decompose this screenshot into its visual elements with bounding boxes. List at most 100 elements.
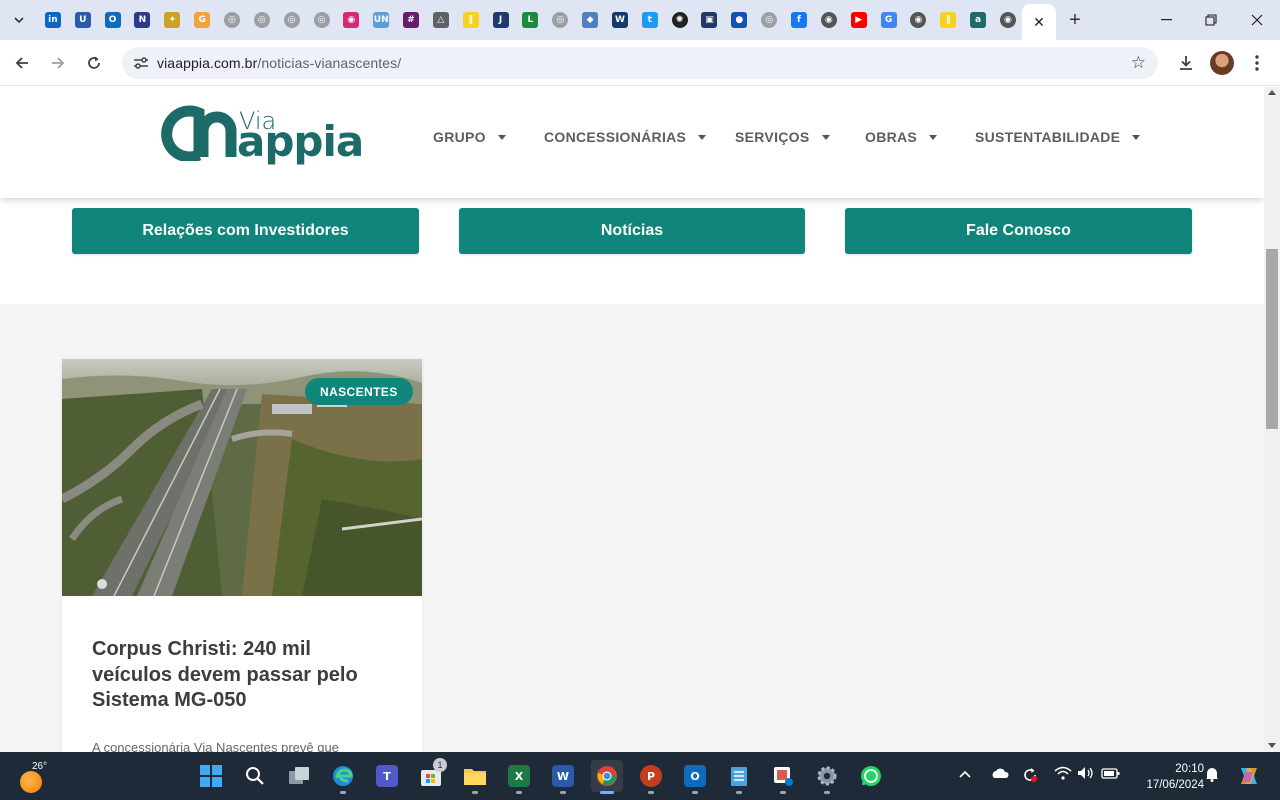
via-appia-logo[interactable]: Via appia bbox=[157, 105, 364, 167]
pinned-tab[interactable]: ✺ bbox=[665, 8, 695, 32]
category-badge[interactable]: NASCENTES bbox=[305, 378, 413, 405]
explorer-app[interactable] bbox=[459, 760, 491, 794]
pinned-tab[interactable]: G bbox=[874, 8, 904, 32]
pinned-tab[interactable]: ◆ bbox=[575, 8, 605, 32]
site-settings-icon[interactable] bbox=[132, 54, 150, 72]
nav-sustentabilidade[interactable]: SUSTENTABILIDADE bbox=[975, 129, 1141, 145]
pinned-tab[interactable]: ◎ bbox=[277, 8, 307, 32]
minimize-button[interactable] bbox=[1143, 0, 1189, 40]
pinned-tab[interactable]: ◎ bbox=[307, 8, 337, 32]
pinned-tab[interactable]: O bbox=[98, 8, 128, 32]
weather-widget[interactable]: 26° bbox=[18, 758, 58, 794]
pinned-tab[interactable]: ▣ bbox=[695, 8, 725, 32]
new-tab-button[interactable]: + bbox=[1064, 9, 1086, 31]
pinned-tab[interactable]: G bbox=[187, 8, 217, 32]
edge-app[interactable] bbox=[327, 760, 359, 794]
journal-icon: J bbox=[492, 12, 509, 28]
copilot-icon[interactable] bbox=[1237, 764, 1261, 791]
close-tab-icon[interactable]: ✕ bbox=[1033, 14, 1045, 31]
pinned-tab[interactable]: ▶ bbox=[844, 8, 874, 32]
news-button[interactable]: Notícias bbox=[459, 208, 805, 254]
pinned-tab[interactable]: ✦ bbox=[157, 8, 187, 32]
pinned-tab[interactable]: ◉ bbox=[814, 8, 844, 32]
back-button[interactable] bbox=[8, 49, 36, 77]
volume-icon[interactable] bbox=[1077, 766, 1095, 783]
nav-obras[interactable]: OBRAS bbox=[865, 129, 938, 145]
restore-button[interactable] bbox=[1188, 0, 1234, 40]
pinned-tab[interactable]: ∥ bbox=[933, 8, 963, 32]
address-bar[interactable]: viaappia.com.br/noticias-vianascentes/ ☆ bbox=[122, 47, 1158, 79]
investor-relations-button[interactable]: Relações com Investidores bbox=[72, 208, 419, 254]
notifications-bell-icon[interactable] bbox=[1205, 766, 1219, 785]
pinned-tab[interactable]: f bbox=[784, 8, 814, 32]
scroll-thumb[interactable] bbox=[1266, 249, 1278, 429]
pinned-tab[interactable]: U bbox=[68, 8, 98, 32]
excel-app[interactable]: X bbox=[503, 760, 535, 794]
pinned-tab[interactable]: a bbox=[963, 8, 993, 32]
pinned-tab[interactable]: ◎ bbox=[217, 8, 247, 32]
pinned-tab[interactable]: ◎ bbox=[545, 8, 575, 32]
pinned-tab[interactable]: ◎ bbox=[247, 8, 277, 32]
settings-app[interactable] bbox=[811, 760, 843, 794]
notepad-app[interactable] bbox=[723, 760, 755, 794]
highway-aerial-photo[interactable]: NASCENTES bbox=[62, 359, 422, 596]
contact-button[interactable]: Fale Conosco bbox=[845, 208, 1192, 254]
system-clock[interactable]: 20:10 17/06/2024 bbox=[1128, 761, 1204, 793]
scroll-up-arrow-icon[interactable] bbox=[1268, 90, 1276, 95]
nav-grupo[interactable]: GRUPO bbox=[433, 129, 506, 145]
nav-label: SUSTENTABILIDADE bbox=[975, 129, 1121, 145]
nav-servicos[interactable]: SERVIÇOS bbox=[735, 129, 830, 145]
pinned-tab[interactable]: △ bbox=[426, 8, 456, 32]
bookmark-star-icon[interactable]: ☆ bbox=[1131, 53, 1146, 73]
nav-concessionarias[interactable]: CONCESSIONÁRIAS bbox=[544, 129, 707, 145]
chrome-app[interactable] bbox=[591, 760, 623, 794]
outlook-new-app[interactable]: O bbox=[679, 760, 711, 794]
store-app[interactable]: 1 bbox=[415, 758, 447, 792]
globe-icon: ◎ bbox=[253, 12, 270, 28]
onedrive-icon[interactable] bbox=[989, 766, 1009, 782]
profile-avatar[interactable] bbox=[1210, 51, 1234, 75]
nav-label: SERVIÇOS bbox=[735, 129, 810, 145]
pinned-tab[interactable]: N bbox=[128, 8, 158, 32]
pinned-tabs: in U O N ✦ G ◎ ◎ ◎ ◎ ◉ UN # △ ∥ J L ◎ ◆ Wt ✺ ▣ ● ◎ f ◉ ▶ G ◉ ∥ a ◉ bbox=[38, 8, 1023, 32]
pinned-tab[interactable]: t bbox=[635, 8, 665, 32]
pinned-tab[interactable]: UN bbox=[366, 8, 396, 32]
tab-search-button[interactable] bbox=[6, 8, 32, 32]
teams-app[interactable]: T bbox=[371, 760, 403, 792]
forward-button[interactable] bbox=[44, 49, 72, 77]
page-scrollbar[interactable] bbox=[1264, 87, 1280, 752]
active-tab[interactable]: ✕ bbox=[1022, 4, 1056, 40]
restore-icon bbox=[1205, 14, 1217, 26]
post-title[interactable]: Corpus Christi: 240 mil veículos devem p… bbox=[92, 637, 392, 714]
pinned-tab[interactable]: ∥ bbox=[456, 8, 486, 32]
snipping-app[interactable] bbox=[767, 760, 799, 794]
pinned-tab[interactable]: ◎ bbox=[754, 8, 784, 32]
pinned-tab[interactable]: # bbox=[396, 8, 426, 32]
menu-button[interactable] bbox=[1243, 49, 1271, 77]
start-button[interactable] bbox=[195, 760, 227, 792]
search-button[interactable] bbox=[239, 760, 271, 792]
pinned-tab[interactable]: J bbox=[486, 8, 516, 32]
task-view-button[interactable] bbox=[283, 760, 315, 792]
pinned-tab[interactable]: ● bbox=[724, 8, 754, 32]
show-hidden-icons-button[interactable] bbox=[958, 766, 972, 782]
powerpoint-app[interactable]: P bbox=[635, 760, 667, 794]
pinned-tab[interactable]: W bbox=[605, 8, 635, 32]
news-card[interactable]: NASCENTES Corpus Christi: 240 mil veícul… bbox=[62, 359, 422, 752]
scroll-down-arrow-icon[interactable] bbox=[1268, 743, 1276, 748]
pinned-tab[interactable]: L bbox=[516, 8, 546, 32]
pinned-tab[interactable]: ◉ bbox=[336, 8, 366, 32]
pinned-tab[interactable]: ◉ bbox=[903, 8, 933, 32]
word-app[interactable]: W bbox=[547, 760, 579, 794]
downloads-button[interactable] bbox=[1172, 49, 1200, 77]
whatsapp-app[interactable] bbox=[855, 760, 887, 792]
pinned-tab[interactable]: ◉ bbox=[993, 8, 1023, 32]
pinned-tab[interactable]: in bbox=[38, 8, 68, 32]
sync-icon[interactable] bbox=[1021, 766, 1039, 787]
url-text[interactable]: viaappia.com.br/noticias-vianascentes/ bbox=[157, 55, 401, 71]
lattes-icon: L bbox=[522, 12, 539, 28]
close-window-button[interactable] bbox=[1234, 0, 1280, 40]
wifi-icon[interactable] bbox=[1054, 766, 1072, 783]
battery-icon[interactable] bbox=[1101, 766, 1121, 783]
reload-button[interactable] bbox=[80, 49, 108, 77]
